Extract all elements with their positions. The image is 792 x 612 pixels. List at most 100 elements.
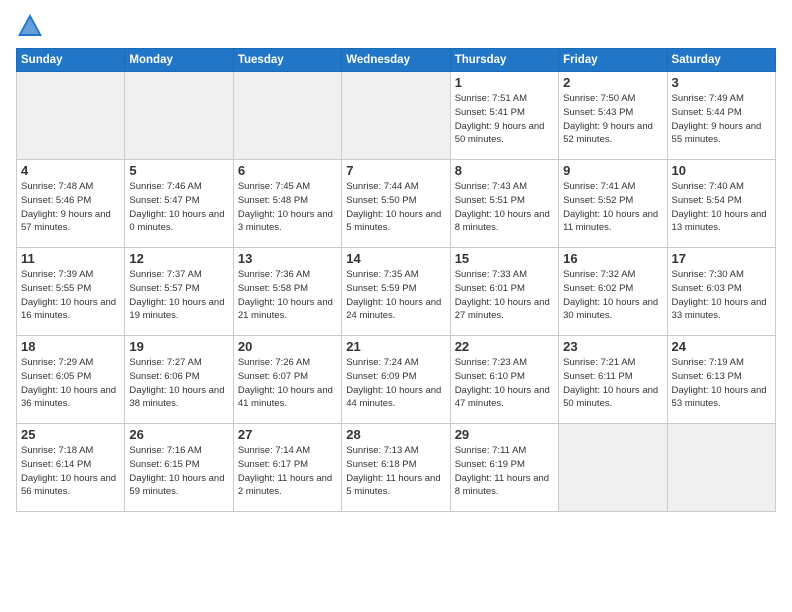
day-number: 20: [238, 339, 337, 354]
calendar-week-row: 18 Sunrise: 7:29 AM Sunset: 6:05 PM Dayli…: [17, 336, 776, 424]
day-number: 12: [129, 251, 228, 266]
day-info: Sunrise: 7:39 AM Sunset: 5:55 PM Dayligh…: [21, 268, 120, 323]
calendar-cell: 11 Sunrise: 7:39 AM Sunset: 5:55 PM Dayli…: [17, 248, 125, 336]
day-number: 10: [672, 163, 771, 178]
day-number: 19: [129, 339, 228, 354]
calendar-cell: 21 Sunrise: 7:24 AM Sunset: 6:09 PM Dayli…: [342, 336, 450, 424]
calendar-cell: 6Sunrise: 7:45 AM Sunset: 5:48 PM Daylig…: [233, 160, 341, 248]
logo-icon: [16, 12, 44, 40]
calendar-header-row: SundayMondayTuesdayWednesdayThursdayFrid…: [17, 49, 776, 72]
day-info: Sunrise: 7:14 AM Sunset: 6:17 PM Dayligh…: [238, 444, 337, 499]
page: SundayMondayTuesdayWednesdayThursdayFrid…: [0, 0, 792, 612]
calendar-cell: 28Sunrise: 7:13 AM Sunset: 6:18 PM Dayli…: [342, 424, 450, 512]
logo: [16, 12, 48, 40]
calendar-cell: 19 Sunrise: 7:27 AM Sunset: 6:06 PM Dayli…: [125, 336, 233, 424]
calendar-cell: 18 Sunrise: 7:29 AM Sunset: 6:05 PM Dayli…: [17, 336, 125, 424]
calendar-cell: 8 Sunrise: 7:43 AM Sunset: 5:51 PM Daylig…: [450, 160, 558, 248]
day-number: 11: [21, 251, 120, 266]
day-info: Sunrise: 7:46 AM Sunset: 5:47 PM Dayligh…: [129, 180, 228, 235]
calendar-cell: 23 Sunrise: 7:21 AM Sunset: 6:11 PM Dayli…: [559, 336, 667, 424]
day-number: 25: [21, 427, 120, 442]
day-info: Sunrise: 7:44 AM Sunset: 5:50 PM Dayligh…: [346, 180, 445, 235]
calendar-cell: [125, 72, 233, 160]
day-info: Sunrise: 7:32 AM Sunset: 6:02 PM Dayligh…: [563, 268, 662, 323]
day-number: 15: [455, 251, 554, 266]
calendar-cell: 17Sunrise: 7:30 AM Sunset: 6:03 PM Dayli…: [667, 248, 775, 336]
day-info: Sunrise: 7:29 AM Sunset: 6:05 PM Dayligh…: [21, 356, 120, 411]
day-number: 18: [21, 339, 120, 354]
calendar-cell: [233, 72, 341, 160]
day-number: 17: [672, 251, 771, 266]
day-info: Sunrise: 7:36 AM Sunset: 5:58 PM Dayligh…: [238, 268, 337, 323]
calendar-cell: 29 Sunrise: 7:11 AM Sunset: 6:19 PM Dayli…: [450, 424, 558, 512]
calendar-cell: 14 Sunrise: 7:35 AM Sunset: 5:59 PM Dayli…: [342, 248, 450, 336]
calendar-cell: 5 Sunrise: 7:46 AM Sunset: 5:47 PM Daylig…: [125, 160, 233, 248]
calendar-cell: [342, 72, 450, 160]
calendar-week-row: 11 Sunrise: 7:39 AM Sunset: 5:55 PM Dayli…: [17, 248, 776, 336]
column-header-tuesday: Tuesday: [233, 49, 341, 72]
day-info: Sunrise: 7:19 AM Sunset: 6:13 PM Dayligh…: [672, 356, 771, 411]
day-number: 8: [455, 163, 554, 178]
day-number: 28: [346, 427, 445, 442]
calendar-cell: 27Sunrise: 7:14 AM Sunset: 6:17 PM Dayli…: [233, 424, 341, 512]
calendar-cell: 2 Sunrise: 7:50 AM Sunset: 5:43 PM Daylig…: [559, 72, 667, 160]
day-number: 16: [563, 251, 662, 266]
day-info: Sunrise: 7:43 AM Sunset: 5:51 PM Dayligh…: [455, 180, 554, 235]
calendar-cell: 10 Sunrise: 7:40 AM Sunset: 5:54 PM Dayli…: [667, 160, 775, 248]
day-info: Sunrise: 7:48 AM Sunset: 5:46 PM Dayligh…: [21, 180, 120, 235]
column-header-sunday: Sunday: [17, 49, 125, 72]
calendar-table: SundayMondayTuesdayWednesdayThursdayFrid…: [16, 48, 776, 512]
day-info: Sunrise: 7:35 AM Sunset: 5:59 PM Dayligh…: [346, 268, 445, 323]
day-info: Sunrise: 7:51 AM Sunset: 5:41 PM Dayligh…: [455, 92, 554, 147]
calendar-cell: [667, 424, 775, 512]
column-header-friday: Friday: [559, 49, 667, 72]
day-info: Sunrise: 7:16 AM Sunset: 6:15 PM Dayligh…: [129, 444, 228, 499]
calendar-cell: 16 Sunrise: 7:32 AM Sunset: 6:02 PM Dayli…: [559, 248, 667, 336]
day-info: Sunrise: 7:11 AM Sunset: 6:19 PM Dayligh…: [455, 444, 554, 499]
day-info: Sunrise: 7:37 AM Sunset: 5:57 PM Dayligh…: [129, 268, 228, 323]
calendar-week-row: 1 Sunrise: 7:51 AM Sunset: 5:41 PM Daylig…: [17, 72, 776, 160]
day-info: Sunrise: 7:41 AM Sunset: 5:52 PM Dayligh…: [563, 180, 662, 235]
day-info: Sunrise: 7:23 AM Sunset: 6:10 PM Dayligh…: [455, 356, 554, 411]
day-info: Sunrise: 7:18 AM Sunset: 6:14 PM Dayligh…: [21, 444, 120, 499]
day-number: 22: [455, 339, 554, 354]
day-number: 4: [21, 163, 120, 178]
calendar-cell: 7 Sunrise: 7:44 AM Sunset: 5:50 PM Daylig…: [342, 160, 450, 248]
calendar-cell: 1 Sunrise: 7:51 AM Sunset: 5:41 PM Daylig…: [450, 72, 558, 160]
calendar-cell: 24 Sunrise: 7:19 AM Sunset: 6:13 PM Dayli…: [667, 336, 775, 424]
day-number: 21: [346, 339, 445, 354]
header: [16, 12, 776, 40]
column-header-thursday: Thursday: [450, 49, 558, 72]
day-info: Sunrise: 7:50 AM Sunset: 5:43 PM Dayligh…: [563, 92, 662, 147]
column-header-wednesday: Wednesday: [342, 49, 450, 72]
day-number: 26: [129, 427, 228, 442]
day-number: 24: [672, 339, 771, 354]
calendar-cell: 22 Sunrise: 7:23 AM Sunset: 6:10 PM Dayli…: [450, 336, 558, 424]
day-info: Sunrise: 7:21 AM Sunset: 6:11 PM Dayligh…: [563, 356, 662, 411]
day-info: Sunrise: 7:40 AM Sunset: 5:54 PM Dayligh…: [672, 180, 771, 235]
day-number: 2: [563, 75, 662, 90]
column-header-saturday: Saturday: [667, 49, 775, 72]
day-number: 3: [672, 75, 771, 90]
day-info: Sunrise: 7:26 AM Sunset: 6:07 PM Dayligh…: [238, 356, 337, 411]
calendar-cell: 3 Sunrise: 7:49 AM Sunset: 5:44 PM Daylig…: [667, 72, 775, 160]
day-number: 14: [346, 251, 445, 266]
day-number: 7: [346, 163, 445, 178]
day-number: 1: [455, 75, 554, 90]
day-info: Sunrise: 7:49 AM Sunset: 5:44 PM Dayligh…: [672, 92, 771, 147]
calendar-cell: 4 Sunrise: 7:48 AM Sunset: 5:46 PM Daylig…: [17, 160, 125, 248]
calendar-cell: [17, 72, 125, 160]
day-number: 6: [238, 163, 337, 178]
column-header-monday: Monday: [125, 49, 233, 72]
day-number: 29: [455, 427, 554, 442]
calendar-week-row: 4 Sunrise: 7:48 AM Sunset: 5:46 PM Daylig…: [17, 160, 776, 248]
day-number: 5: [129, 163, 228, 178]
day-number: 23: [563, 339, 662, 354]
day-number: 13: [238, 251, 337, 266]
calendar-cell: 9Sunrise: 7:41 AM Sunset: 5:52 PM Daylig…: [559, 160, 667, 248]
calendar-cell: 26 Sunrise: 7:16 AM Sunset: 6:15 PM Dayli…: [125, 424, 233, 512]
day-info: Sunrise: 7:33 AM Sunset: 6:01 PM Dayligh…: [455, 268, 554, 323]
day-info: Sunrise: 7:27 AM Sunset: 6:06 PM Dayligh…: [129, 356, 228, 411]
calendar-cell: 15 Sunrise: 7:33 AM Sunset: 6:01 PM Dayli…: [450, 248, 558, 336]
day-info: Sunrise: 7:24 AM Sunset: 6:09 PM Dayligh…: [346, 356, 445, 411]
